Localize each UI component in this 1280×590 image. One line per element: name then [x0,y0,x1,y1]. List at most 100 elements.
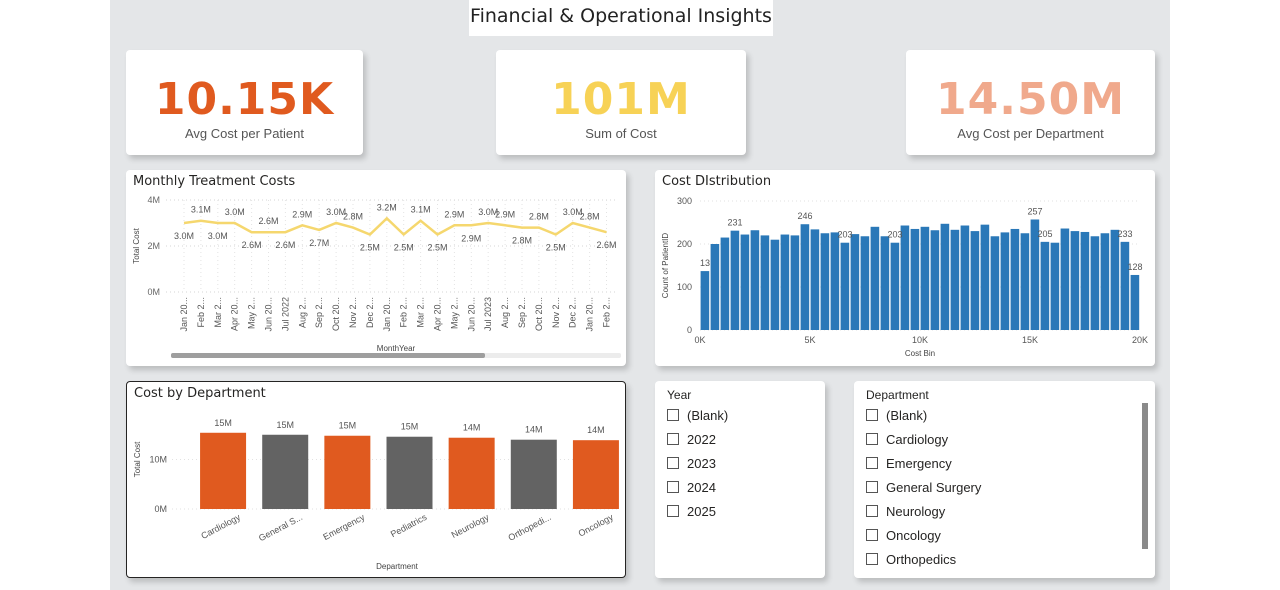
histogram-bar [720,237,730,330]
checkbox[interactable] [667,409,679,421]
x-tick-label: Jan 20... [585,297,595,332]
cost-by-department-chart-card[interactable]: Cost by Department 0M 10M Total Cost 15M Car… [126,381,626,578]
slicer-option-general-surgery[interactable]: General Surgery [866,478,981,496]
y-axis-label: Total Cost [132,227,141,263]
data-label: 246 [797,211,812,221]
data-label: 203 [887,230,902,240]
slicer-option-2023[interactable]: 2023 [667,454,716,472]
histogram-bar [870,226,880,330]
x-tick-label: Feb 2... [602,297,612,328]
x-tick-label: 20K [1132,335,1148,345]
histogram-bar [850,234,860,330]
slicer-option-emergency[interactable]: Emergency [866,454,952,472]
x-tick-label: Neurology [450,512,491,540]
y-tick-label: 4M [147,195,160,205]
checkbox[interactable] [866,529,878,541]
checkbox[interactable] [667,457,679,469]
slicer-option-2024[interactable]: 2024 [667,478,716,496]
y-axis-label: Count of PatientID [661,233,670,299]
data-label: 203 [837,230,852,240]
slicer-option-neurology[interactable]: Neurology [866,502,945,520]
department-bar [448,437,495,509]
slicer-scrollbar[interactable] [1142,403,1148,549]
x-tick-label: Dec 2... [568,297,578,328]
data-label: 3.1M [411,205,431,215]
data-label: 3.0M [225,207,245,217]
department-bar [572,440,619,509]
checkbox[interactable] [866,553,878,565]
histogram-bar [810,229,820,330]
histogram-bar [990,236,1000,330]
data-label: 15M [276,420,294,430]
data-label: 257 [1027,206,1042,216]
checkbox[interactable] [667,481,679,493]
kpi-value: 10.15K [154,74,335,125]
histogram-bar [800,224,810,330]
data-label: 3.0M [208,231,228,241]
data-label: 2.8M [343,212,363,222]
page-title: Financial & Operational Insights [469,0,773,36]
x-tick-label: Jul 2023 [483,297,493,331]
x-tick-label: Oct 20... [534,297,544,331]
checkbox[interactable] [866,481,878,493]
data-label: 14M [525,425,543,435]
slicer-option-label: Neurology [886,503,946,519]
data-label: 2.8M [512,236,532,246]
monthly-cost-chart-card[interactable]: Monthly Treatment Costs 0M 2M 4M Total Cost… [126,170,626,366]
histogram-bar [830,232,840,330]
slicer-option-blank[interactable]: (Blank) [866,406,927,424]
y-tick-label: 0M [147,287,160,297]
data-label: 2.7M [309,238,329,248]
histogram-bar [900,225,910,330]
x-axis-label: Department [376,562,419,571]
kpi-card-avg-cost-per-department[interactable]: 14.50M Avg Cost per Department [906,50,1155,155]
data-label: 231 [727,218,742,228]
checkbox[interactable] [866,409,878,421]
cost-distribution-chart-card[interactable]: Cost DIstribution 0 100 200 300 Count of Pat… [655,170,1155,366]
x-tick-label: Feb 2... [399,297,409,328]
year-slicer[interactable]: Year (Blank) 2022 2023 2024 2025 [655,381,825,578]
checkbox[interactable] [866,505,878,517]
slicer-option-label: 2024 [687,479,716,495]
histogram-bar [860,236,870,330]
histogram-bar [960,225,970,330]
x-tick-label: Jan 20... [179,297,189,332]
x-axis-label: MonthYear [377,344,416,353]
checkbox[interactable] [866,457,878,469]
histogram-bar [940,223,950,330]
checkbox[interactable] [866,433,878,445]
kpi-label: Avg Cost per Patient [185,126,304,141]
y-tick-label: 100 [677,282,692,292]
kpi-card-avg-cost-per-patient[interactable]: 10.15K Avg Cost per Patient [126,50,363,155]
x-tick-label: Apr 20... [433,297,443,331]
histogram-bar [1070,231,1080,330]
x-tick-label: 15K [1022,335,1038,345]
x-tick-label: Apr 20... [230,297,240,331]
checkbox[interactable] [667,505,679,517]
slicer-option-label: (Blank) [886,407,928,423]
slicer-option-label: Orthopedics [886,551,957,567]
scrollbar-thumb [171,353,485,358]
slicer-option-cardiology[interactable]: Cardiology [866,430,948,448]
kpi-label: Avg Cost per Department [957,126,1104,141]
slicer-title: Year [667,388,692,402]
kpi-card-sum-of-cost[interactable]: 101M Sum of Cost [496,50,746,155]
department-slicer[interactable]: Department (Blank) Cardiology Emergency … [854,381,1155,578]
data-label: 15M [214,418,232,428]
slicer-option-blank[interactable]: (Blank) [667,406,728,424]
histogram-bar [700,271,710,330]
histogram-bar [1040,241,1050,330]
checkbox[interactable] [667,433,679,445]
x-tick-label: Oct 20... [331,297,341,331]
slicer-option-2022[interactable]: 2022 [667,430,716,448]
x-tick-label: May 2... [449,297,459,329]
x-tick-label: 10K [912,335,928,345]
slicer-option-2025[interactable]: 2025 [667,502,716,520]
data-label: 2.8M [580,212,600,222]
y-tick-label: 10M [149,455,167,465]
histogram-bar [1090,236,1100,330]
slicer-option-orthopedics[interactable]: Orthopedics [866,550,956,568]
slicer-option-oncology[interactable]: Oncology [866,526,941,544]
department-bar [324,435,371,509]
x-tick-label: Jul 2022 [280,297,290,331]
